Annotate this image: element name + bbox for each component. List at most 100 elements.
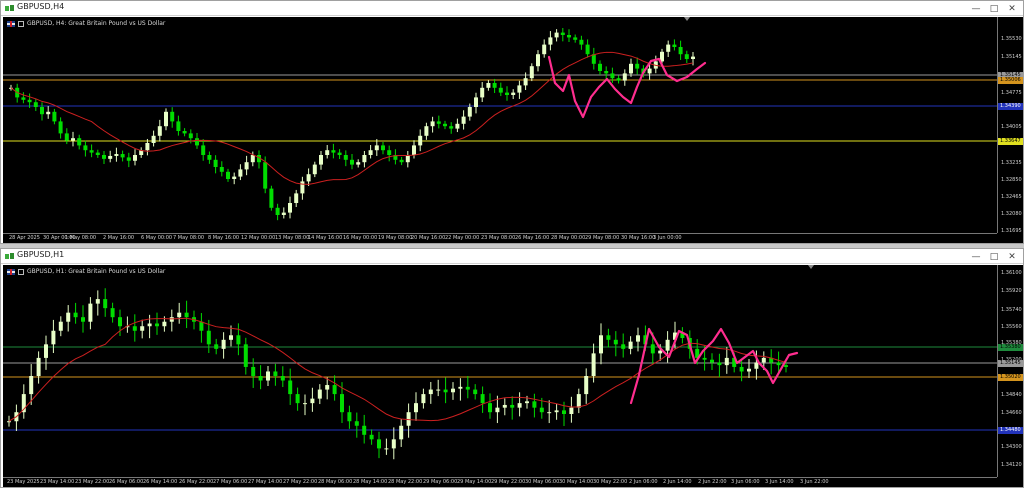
time-tick-label: 16 May 00:00 bbox=[343, 235, 378, 241]
candle-body bbox=[201, 145, 206, 155]
price-tick-label: 1.34300 bbox=[1001, 444, 1022, 450]
price-chart-h1[interactable]: GBPUSD, H1: Great Britain Pound vs US Do… bbox=[3, 265, 1023, 487]
moving-average-line bbox=[8, 317, 787, 422]
candle-body bbox=[754, 362, 759, 369]
candle-body bbox=[621, 344, 626, 349]
time-tick-label: 26 May 16:00 bbox=[515, 235, 550, 241]
close-icon[interactable]: ✕ bbox=[1003, 249, 1021, 264]
candle-body bbox=[381, 145, 385, 151]
candle-body bbox=[288, 203, 292, 213]
candle-body bbox=[492, 83, 497, 88]
candle-body bbox=[647, 68, 652, 74]
candle-body bbox=[232, 176, 237, 179]
time-tick-label: 30 May 16:00 bbox=[621, 235, 656, 241]
price-chart-h4[interactable]: GBPUSD, H4: Great Britain Pound vs US Do… bbox=[3, 17, 1023, 243]
restore-icon[interactable]: □ bbox=[985, 1, 1003, 16]
time-tick-label: 13 May 08:00 bbox=[275, 235, 310, 241]
close-icon[interactable]: ✕ bbox=[1003, 1, 1021, 16]
candle-body bbox=[58, 321, 63, 331]
price-level-label: 1.35006 bbox=[998, 77, 1023, 84]
time-tick-label: 23 May 22:00 bbox=[75, 479, 110, 485]
candle-body bbox=[599, 335, 603, 354]
candle-body bbox=[573, 37, 578, 40]
chart-window-h1[interactable]: GBPUSD,H1 — □ ✕ GBPUSD, H1: Great Britai… bbox=[0, 248, 1024, 488]
candle-body bbox=[169, 317, 174, 322]
candle-body bbox=[510, 404, 515, 408]
candle-body bbox=[118, 317, 122, 327]
time-tick-label: 7 May 08:00 bbox=[173, 235, 205, 241]
candle-body bbox=[436, 121, 441, 124]
candle-body bbox=[306, 174, 311, 182]
candle-body bbox=[480, 87, 485, 98]
candle-body bbox=[337, 152, 342, 155]
candle-body bbox=[110, 308, 115, 318]
candle-body bbox=[405, 155, 410, 163]
candle-body bbox=[362, 425, 367, 435]
price-axis[interactable]: 1.35530 1.35145 1.35006 1.34775 1.34390 1.340… bbox=[997, 17, 1023, 234]
time-tick-label: 2 Jun 14:00 bbox=[663, 479, 692, 485]
candle-body bbox=[710, 359, 714, 363]
time-tick-label: 8 May 16:00 bbox=[208, 235, 240, 241]
visibility-icon[interactable] bbox=[18, 20, 24, 27]
candle-body bbox=[604, 71, 609, 74]
candle-body bbox=[717, 362, 722, 366]
candle-body bbox=[384, 448, 389, 450]
time-tick-label: 20 May 16:00 bbox=[411, 235, 446, 241]
candle-body bbox=[354, 421, 359, 426]
candle-body bbox=[145, 143, 150, 151]
candle-body bbox=[362, 155, 367, 163]
price-tick-label: 1.34775 bbox=[1001, 90, 1022, 96]
candle-body bbox=[436, 389, 441, 391]
candle-body bbox=[598, 63, 602, 71]
time-tick-label: 30 May 06:00 bbox=[525, 479, 560, 485]
candle-body bbox=[151, 135, 156, 143]
candle-body bbox=[226, 171, 230, 179]
candle-body bbox=[51, 330, 56, 345]
candle-body bbox=[83, 145, 88, 151]
price-axis[interactable]: 1.361001.359201.357401.355601.353801.352… bbox=[997, 265, 1023, 477]
candle-body bbox=[177, 312, 182, 318]
candle-body bbox=[443, 389, 448, 393]
candle-body bbox=[542, 44, 547, 55]
candle-body bbox=[421, 394, 426, 404]
time-tick-label: 29 May 22:00 bbox=[491, 479, 526, 485]
candle-body bbox=[517, 85, 522, 93]
minimize-icon[interactable]: — bbox=[967, 1, 985, 16]
candle-body bbox=[467, 107, 472, 117]
candle-body bbox=[672, 44, 677, 47]
chart-window-h4[interactable]: GBPUSD,H4 — □ ✕ GBPUSD, H4: Great Britai… bbox=[0, 0, 1024, 244]
candle-body bbox=[776, 362, 781, 366]
visibility-icon[interactable] bbox=[18, 268, 24, 275]
restore-icon[interactable]: □ bbox=[985, 249, 1003, 264]
candle-body bbox=[288, 380, 293, 395]
window-titlebar[interactable]: GBPUSD,H1 — □ ✕ bbox=[1, 249, 1023, 264]
minimize-icon[interactable]: — bbox=[967, 249, 985, 264]
candle-body bbox=[251, 366, 256, 376]
candle-body bbox=[428, 389, 433, 395]
candle-body bbox=[269, 188, 274, 208]
time-tick-label: 6 May 00:00 bbox=[141, 235, 173, 241]
price-level-label: 1.35380 bbox=[998, 344, 1023, 351]
candle-body bbox=[236, 335, 241, 345]
candle-body bbox=[176, 121, 181, 131]
drawn-pattern-line bbox=[547, 55, 707, 119]
time-tick-label: 22 May 00:00 bbox=[445, 235, 480, 241]
candle-body bbox=[140, 326, 145, 331]
price-tick-label: 1.35530 bbox=[1001, 36, 1022, 42]
candle-body bbox=[195, 138, 199, 146]
candle-body bbox=[21, 97, 26, 100]
time-axis[interactable]: 23 May 2025 23 May 14:00 23 May 22:00 26 Ma… bbox=[3, 477, 997, 487]
time-tick-label: 3 Jun 06:00 bbox=[731, 479, 760, 485]
candle-body bbox=[636, 335, 640, 342]
candle-body bbox=[114, 154, 119, 156]
price-tick-label: 1.34660 bbox=[1001, 410, 1022, 416]
candle-body bbox=[548, 37, 553, 45]
price-level-label: 1.33647 bbox=[998, 138, 1023, 145]
candle-body bbox=[310, 398, 315, 404]
time-tick-label: 28 May 00:00 bbox=[551, 235, 586, 241]
candle-body bbox=[628, 341, 633, 349]
time-tick-label: 27 May 14:00 bbox=[248, 479, 283, 485]
time-axis[interactable]: 28 Apr 2025 30 Apr 00:00 1 May 08:00 2 May … bbox=[3, 233, 997, 243]
candle-body bbox=[684, 54, 689, 59]
window-titlebar[interactable]: GBPUSD,H4 — □ ✕ bbox=[1, 1, 1023, 16]
